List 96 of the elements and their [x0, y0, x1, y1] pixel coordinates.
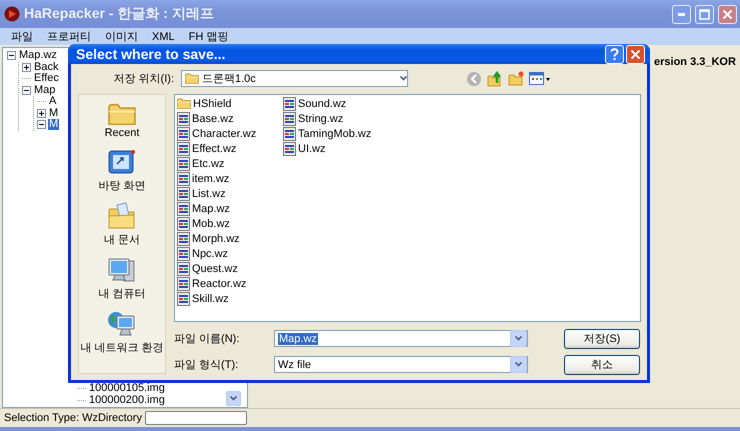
tree-item[interactable]: M [48, 108, 60, 119]
new-folder-button[interactable] [508, 70, 524, 86]
dialog-title: Select where to save... [76, 46, 226, 62]
place-shortcut[interactable]: 내 컴퓨터 [98, 256, 146, 302]
chevron-down-icon [400, 76, 407, 81]
file-item[interactable]: Mob.wz [192, 218, 230, 230]
tree-item[interactable]: M [48, 119, 60, 130]
file-icon [177, 142, 190, 156]
minimize-icon [678, 12, 685, 16]
file-icon [283, 96, 296, 110]
file-item[interactable]: Base.wz [192, 112, 234, 124]
file-icon [177, 172, 190, 186]
close-icon [722, 8, 733, 20]
expand-icon[interactable] [22, 62, 31, 72]
file-icon [177, 126, 190, 140]
chevron-down-icon [230, 396, 237, 401]
maximize-button[interactable] [695, 4, 714, 24]
tree-item[interactable]: Map [33, 84, 56, 96]
help-icon [610, 48, 619, 60]
file-item[interactable]: Npc.wz [192, 248, 228, 260]
file-item[interactable]: Sound.wz [298, 98, 346, 110]
menu-item[interactable]: 파일 [4, 28, 40, 45]
file-item[interactable]: Map.wz [192, 202, 230, 214]
collapse-icon[interactable] [7, 51, 16, 60]
view-menu-button[interactable] [529, 70, 551, 86]
file-item[interactable]: HShield [193, 98, 232, 110]
tree-item[interactable]: Effec [33, 73, 60, 84]
maximize-icon [699, 8, 710, 20]
chevron-down-icon [515, 362, 522, 367]
collapse-icon[interactable] [22, 86, 31, 95]
minimize-button[interactable] [672, 4, 691, 24]
collapse-icon[interactable] [37, 120, 46, 130]
file-icon [177, 292, 190, 306]
file-name-field[interactable]: Map.wz [274, 330, 528, 347]
folder-icon [108, 103, 136, 126]
folder-icon [185, 72, 199, 84]
file-type-dropdown[interactable]: Wz file [274, 356, 528, 373]
tree-item[interactable]: 100000200.img [88, 394, 166, 406]
place-shortcut[interactable]: Recent [104, 103, 140, 140]
chevron-down-icon [515, 336, 522, 341]
file-icon [177, 156, 190, 170]
file-icon [283, 112, 296, 126]
expand-icon[interactable] [37, 108, 46, 118]
close-button[interactable] [718, 4, 737, 24]
file-name-label: 파일 이름(N): [174, 332, 240, 346]
file-item[interactable]: Character.wz [192, 128, 256, 140]
cancel-button[interactable]: 취소 [564, 354, 640, 374]
desktop-icon [107, 148, 137, 176]
dropdown-button[interactable] [226, 391, 241, 406]
menu-item[interactable]: FH 맵핑 [182, 28, 236, 45]
tree-item[interactable]: Back [33, 62, 60, 73]
file-item[interactable]: Etc.wz [192, 158, 224, 170]
place-shortcut[interactable]: 내 네트워크 환경 [80, 310, 164, 356]
file-item[interactable]: Reactor.wz [192, 278, 246, 290]
file-icon [283, 142, 296, 156]
file-icon [177, 276, 190, 290]
help-button[interactable] [605, 44, 624, 64]
version-label: ersion 3.3_KOR [654, 56, 736, 70]
documents-folder-icon [107, 202, 137, 230]
file-icon [177, 186, 190, 200]
file-item[interactable]: List.wz [192, 188, 226, 200]
tree-item[interactable]: 100000105.img [88, 383, 166, 394]
save-button[interactable]: 저장(S) [564, 328, 640, 348]
up-folder-button[interactable] [487, 70, 503, 86]
file-item[interactable]: Morph.wz [192, 232, 240, 244]
tree-item[interactable]: A [48, 96, 58, 108]
network-icon [107, 310, 137, 338]
file-item[interactable]: Skill.wz [192, 292, 229, 304]
file-item[interactable]: TamingMob.wz [298, 128, 372, 140]
file-type-label: 파일 형식(T): [174, 358, 240, 372]
file-item[interactable]: Effect.wz [192, 142, 236, 154]
file-icon [283, 126, 296, 140]
window-title: HaRepacker - 한글화 : 지레프 [24, 5, 215, 23]
file-icon [177, 262, 190, 276]
file-icon [177, 232, 190, 246]
file-icon [177, 246, 190, 260]
app-icon [4, 6, 20, 22]
file-item[interactable]: Quest.wz [192, 262, 238, 274]
computer-icon [107, 256, 137, 284]
menu-item[interactable]: XML [145, 28, 182, 45]
location-label: 저장 위치(I): [112, 72, 175, 86]
folder-icon [177, 98, 191, 110]
close-icon [630, 48, 641, 60]
menu-item[interactable]: 이미지 [98, 28, 145, 45]
file-item[interactable]: item.wz [192, 172, 230, 184]
menu-item[interactable]: 프로퍼티 [40, 28, 98, 45]
status-text: Selection Type: WzDirectory [4, 412, 142, 424]
place-shortcut[interactable]: 바탕 화면 [98, 148, 146, 194]
place-shortcut[interactable]: 내 문서 [104, 202, 140, 248]
file-item[interactable]: String.wz [298, 112, 344, 124]
file-icon [177, 216, 190, 230]
file-icon [177, 202, 190, 216]
location-dropdown[interactable]: 드론팩1.0c [181, 70, 408, 87]
file-item[interactable]: UI.wz [298, 142, 326, 154]
tree-item[interactable]: Map.wz [18, 50, 58, 62]
file-icon [177, 112, 190, 126]
